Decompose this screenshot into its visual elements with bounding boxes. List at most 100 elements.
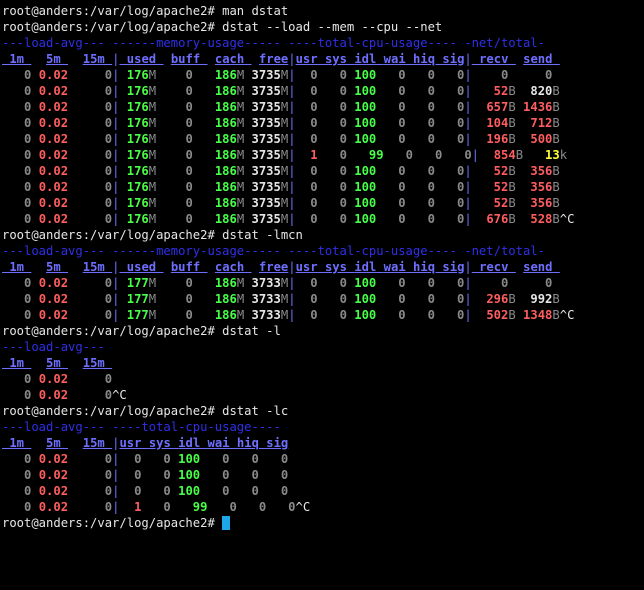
terminal-text-segment: 854 xyxy=(479,148,516,162)
terminal-text-segment: 0 0 xyxy=(295,116,355,130)
terminal-text-segment: 0 xyxy=(156,308,201,322)
terminal-text-segment: | xyxy=(464,260,472,274)
terminal-text-segment: 712 xyxy=(515,116,553,130)
terminal-text-segment: 186 xyxy=(200,100,237,114)
terminal-text-segment: usr xyxy=(119,436,149,450)
terminal-text-segment: 3735 xyxy=(244,212,281,226)
terminal-line: 0 0.02 0| 176M 0 186M 3735M| 0 0 100 0 0… xyxy=(2,163,644,179)
terminal-line: 0 0.02 0| 176M 0 186M 3735M| 0 0 100 0 0… xyxy=(2,179,644,195)
terminal-text-segment: B xyxy=(508,180,516,194)
terminal-text-segment: 0 xyxy=(75,484,113,498)
terminal-text-segment: 3733 xyxy=(244,276,281,290)
terminal-text-segment: 0 xyxy=(75,308,113,322)
terminal-text-segment: idl xyxy=(354,260,384,274)
terminal-text-segment: 0 xyxy=(156,180,201,194)
terminal-text-segment: B xyxy=(508,100,516,114)
terminal-text-segment: 5m xyxy=(46,260,69,274)
terminal-text-segment: 0 xyxy=(2,276,39,290)
terminal-text-segment: 0 0 xyxy=(295,132,355,146)
terminal-text-segment: 0 0 xyxy=(295,84,355,98)
terminal-text-segment: 0 0 xyxy=(471,276,553,290)
terminal-text-segment: 15m xyxy=(82,52,113,66)
terminal-text-segment: B xyxy=(552,100,560,114)
terminal-text-segment: 186 xyxy=(200,116,237,130)
terminal-text-segment: 100 xyxy=(354,196,377,210)
terminal-text-segment: 0 0 xyxy=(295,68,355,82)
terminal-text-segment: 296 xyxy=(471,292,509,306)
terminal-line: 0 0.02 0| 0 0 100 0 0 0 xyxy=(2,451,644,467)
terminal-text-segment: 0 xyxy=(75,452,113,466)
terminal-text-segment: 0 xyxy=(75,468,113,482)
text-cursor[interactable] xyxy=(222,516,231,530)
terminal-text-segment: 0 xyxy=(2,196,39,210)
terminal-text-segment: 0.02 xyxy=(38,372,76,386)
terminal-text-segment: 52 xyxy=(471,84,509,98)
terminal-text-segment: used xyxy=(119,52,164,66)
terminal-text-segment: 0 xyxy=(2,68,39,82)
terminal-line: 0 0.02 0| 0 0 100 0 0 0 xyxy=(2,483,644,499)
terminal-text-segment: | xyxy=(464,292,472,306)
terminal-text-segment: | xyxy=(464,68,472,82)
terminal-text-segment: 657 xyxy=(471,100,509,114)
terminal-text-segment: B xyxy=(508,308,516,322)
terminal-text-segment: 186 xyxy=(200,276,237,290)
terminal-text-segment: 0 0 0 xyxy=(376,164,465,178)
terminal-text-segment: root@anders:/var/log/apache2# xyxy=(2,516,223,530)
terminal-text-segment: ^C xyxy=(559,308,575,322)
terminal-text-segment: 0 xyxy=(156,212,201,226)
terminal-text-segment: hiq xyxy=(413,52,443,66)
terminal-line: ---load-avg--- xyxy=(2,339,644,355)
terminal-text-segment: 0.02 xyxy=(38,388,76,402)
terminal-text-segment: | xyxy=(288,84,296,98)
terminal-text-segment: idl xyxy=(354,52,384,66)
terminal-text-segment: 0.02 xyxy=(38,68,76,82)
terminal-window[interactable]: root@anders:/var/log/apache2# man dstat r… xyxy=(0,0,644,590)
terminal-text-segment: B xyxy=(508,84,516,98)
terminal-text-segment: ^C xyxy=(295,500,311,514)
terminal-text-segment: 500 xyxy=(515,132,553,146)
terminal-text-segment: free xyxy=(258,260,289,274)
terminal-text-segment: wai xyxy=(383,52,414,66)
terminal-text-segment: 0 xyxy=(75,180,113,194)
terminal-text-segment: 0 xyxy=(156,132,201,146)
terminal-text-segment: 0 xyxy=(75,148,113,162)
terminal-text-segment: 356 xyxy=(515,196,553,210)
terminal-text-segment: | xyxy=(288,292,296,306)
terminal-line: 0 0.02 0| 176M 0 186M 3735M| 0 0 100 0 0… xyxy=(2,115,644,131)
terminal-text-segment: 0 xyxy=(2,148,39,162)
terminal-text-segment: B xyxy=(552,308,560,322)
terminal-text-segment: M xyxy=(148,292,157,306)
terminal-text-segment: 0.02 xyxy=(38,276,76,290)
terminal-text-segment: | xyxy=(464,164,472,178)
terminal-text-segment: B xyxy=(508,164,516,178)
terminal-text-segment: M xyxy=(148,196,157,210)
terminal-text-segment: root@anders:/var/log/apache2# dstat -l xyxy=(2,324,281,338)
terminal-line: 0 0.02 0| 176M 0 186M 3735M| 1 0 99 0 0 … xyxy=(2,147,644,163)
terminal-text-segment: 0 xyxy=(75,132,113,146)
terminal-text-segment: 176 xyxy=(119,68,149,82)
terminal-text-segment: 1m xyxy=(2,436,32,450)
terminal-text-segment: 15m xyxy=(82,260,113,274)
terminal-text-segment: send xyxy=(523,52,560,66)
terminal-text-segment: | xyxy=(288,260,296,274)
terminal-text-segment: 176 xyxy=(119,148,149,162)
terminal-text-segment: 176 xyxy=(119,116,149,130)
terminal-text-segment: 0 xyxy=(2,372,39,386)
terminal-line: 1m 5m 15m |usr sys idl wai hiq sig xyxy=(2,435,644,451)
terminal-text-segment: 100 xyxy=(354,164,377,178)
terminal-text-segment: 676 xyxy=(471,212,509,226)
terminal-text-segment: 1 xyxy=(119,500,142,514)
terminal-text-segment: 0 xyxy=(156,276,201,290)
terminal-text-segment: 196 xyxy=(471,132,509,146)
terminal-text-segment: 52 xyxy=(471,164,509,178)
terminal-text-segment: 0 0 0 xyxy=(376,132,465,146)
terminal-text-segment: sys xyxy=(324,52,355,66)
terminal-text-segment: 100 xyxy=(354,84,377,98)
terminal-line: root@anders:/var/log/apache2# man dstat xyxy=(2,3,644,19)
terminal-text-segment: 176 xyxy=(119,164,149,178)
terminal-text-segment: 3735 xyxy=(244,132,281,146)
terminal-text-segment: 0 0 xyxy=(295,196,355,210)
